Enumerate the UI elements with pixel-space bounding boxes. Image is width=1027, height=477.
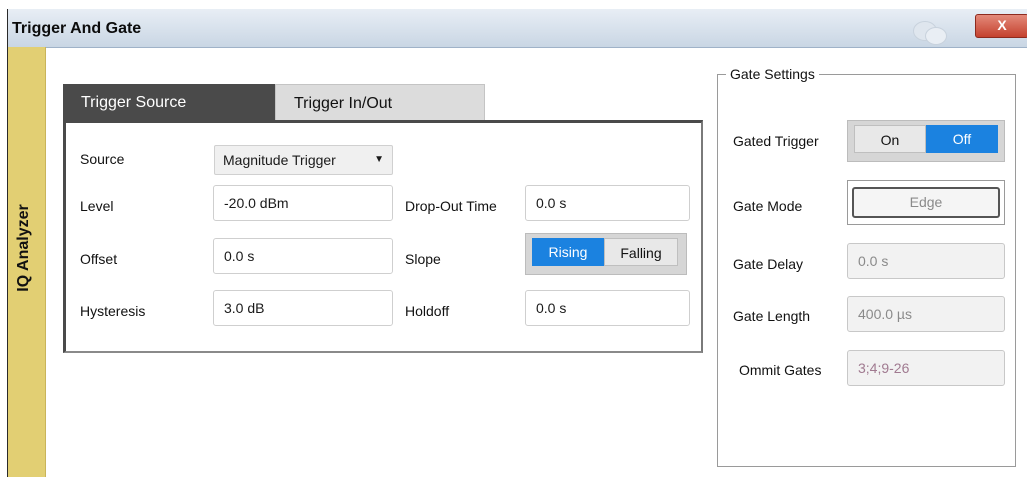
gate-delay-input[interactable]: 0.0 s [847,243,1005,279]
side-tab-label: IQ Analyzer [15,204,32,292]
gated-trigger-off-button[interactable]: Off [926,125,998,153]
level-label: Level [80,198,114,214]
title-bar: Trigger And Gate X [8,9,1027,48]
hysteresis-input[interactable]: 3.0 dB [213,290,393,326]
tab-trigger-in-out[interactable]: Trigger In/Out [275,84,485,120]
trigger-source-panel: Source Magnitude Trigger ▼ Level -20.0 d… [63,120,703,353]
offset-label: Offset [80,251,118,267]
omit-gates-input[interactable]: 3;4;9-26 [847,350,1005,386]
gate-mode-frame: Edge [847,180,1005,225]
top-margin [0,0,1027,9]
slope-falling-button[interactable]: Falling [604,238,678,266]
gated-trigger-on-button[interactable]: On [854,125,926,153]
holdoff-input[interactable]: 0.0 s [525,290,690,326]
offset-input[interactable]: 0.0 s [213,238,393,274]
omit-gates-label: Ommit Gates [739,362,822,378]
source-label: Source [80,151,125,167]
dropdown-arrow-icon: ▼ [374,154,384,165]
holdoff-label: Holdoff [405,303,450,319]
slope-label: Slope [405,251,441,267]
source-value: Magnitude Trigger [223,152,336,168]
dropout-time-label: Drop-Out Time [405,198,497,214]
gate-delay-label: Gate Delay [733,256,804,272]
side-tab-iq-analyzer[interactable]: IQ Analyzer [8,47,46,477]
gate-length-input[interactable]: 400.0 µs [847,296,1005,332]
window-title: Trigger And Gate [12,20,142,37]
tab-trigger-source[interactable]: Trigger Source [63,84,275,120]
gate-length-label: Gate Length [733,308,811,324]
close-button[interactable]: X [975,14,1027,38]
source-dropdown[interactable]: Magnitude Trigger ▼ [214,145,393,175]
hysteresis-label: Hysteresis [80,303,146,319]
gate-mode-label: Gate Mode [733,198,803,214]
gate-settings-title: Gate Settings [726,66,819,82]
chat-bubbles-icon [911,19,951,45]
slope-rising-button[interactable]: Rising [532,238,604,266]
level-input[interactable]: -20.0 dBm [213,185,393,221]
dropout-time-input[interactable]: 0.0 s [525,185,690,221]
gated-trigger-label: Gated Trigger [733,133,819,149]
gated-trigger-toggle: On Off [847,120,1005,162]
gate-mode-button[interactable]: Edge [852,187,1000,218]
slope-toggle: Rising Falling [525,233,687,275]
